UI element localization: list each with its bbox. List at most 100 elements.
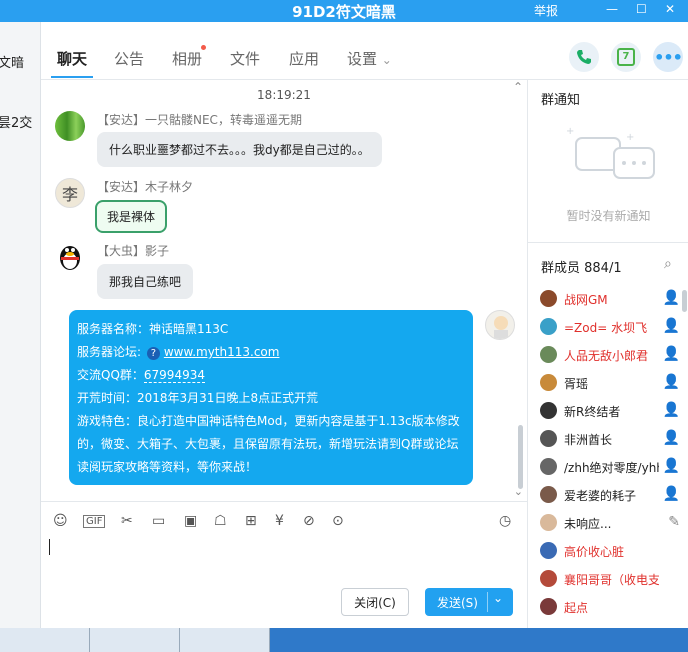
block-icon[interactable]: ⊘: [303, 513, 315, 529]
history-icon[interactable]: ◷: [499, 513, 511, 529]
member-name[interactable]: 胥瑶: [564, 375, 659, 392]
member-avatar[interactable]: [540, 542, 557, 559]
member-row[interactable]: 战网GM 👤: [540, 289, 680, 309]
member-name[interactable]: 人品无敌小郎君: [564, 347, 659, 364]
own-message-bubble: 服务器名称：神话暗黑113C 服务器论坛: ? www.myth113.com 交…: [69, 310, 473, 485]
member-avatar[interactable]: [540, 318, 557, 335]
message-input[interactable]: [49, 539, 50, 555]
member-name[interactable]: 战网GM: [564, 291, 659, 308]
report-link[interactable]: 举报: [534, 2, 558, 19]
scroll-down-icon[interactable]: ⌄: [514, 485, 523, 498]
input-area: ☺ GIF ✂ ▭ ▣ ☖ ⊞ ¥ ⊘ ⊙ ◷ 关闭(C) 发送(S) ⌄: [41, 501, 527, 628]
avatar[interactable]: 李: [55, 178, 85, 208]
notice-label: 服务器论坛:: [77, 345, 145, 359]
conversation-item[interactable]: 文暗: [0, 52, 24, 71]
online-status-icon: 👤: [662, 402, 680, 418]
minimize-button[interactable]: —: [606, 2, 618, 16]
notice-line-1: 服务器名称：神话暗黑113C: [77, 318, 465, 341]
member-name[interactable]: /zhh绝对零度/yhh: [564, 459, 659, 476]
member-row[interactable]: 非洲酋长 👤: [540, 429, 680, 449]
phone-icon[interactable]: [569, 42, 599, 72]
member-name[interactable]: =Zod= 水坝飞: [564, 319, 659, 336]
close-button[interactable]: ✕: [665, 2, 675, 16]
new-badge-dot: [201, 45, 207, 50]
scissors-icon[interactable]: ✂: [121, 513, 133, 529]
member-name[interactable]: 新R终结者: [564, 403, 659, 420]
qq-group-number[interactable]: 67994934: [143, 368, 205, 383]
image-icon[interactable]: ▣: [184, 513, 197, 529]
calendar-icon[interactable]: 7: [611, 42, 641, 72]
red-packet-icon[interactable]: ¥: [275, 513, 284, 529]
gif-icon[interactable]: GIF: [83, 515, 106, 528]
taskbar-thumbnail[interactable]: [180, 628, 270, 652]
conversation-item[interactable]: 昙2交: [0, 112, 32, 131]
chevron-down-icon: ⌄: [381, 53, 392, 67]
member-name[interactable]: 高价收心脏: [564, 543, 659, 560]
send-options-chevron-icon[interactable]: ⌄: [493, 591, 503, 605]
emoji-icon[interactable]: ☺: [53, 513, 68, 529]
member-row[interactable]: 新R终结者 👤: [540, 401, 680, 421]
notice-label: 服务器名称：: [77, 322, 150, 336]
member-avatar[interactable]: [540, 598, 557, 615]
folder-icon[interactable]: ▭: [152, 513, 165, 529]
avatar[interactable]: [485, 310, 515, 340]
member-name[interactable]: 非洲酋长: [564, 431, 659, 448]
member-row[interactable]: 高价收心脏: [540, 541, 680, 561]
member-name[interactable]: 襄阳哥哥（收电支）: [564, 571, 659, 588]
member-row[interactable]: 胥瑶 👤: [540, 373, 680, 393]
member-avatar[interactable]: [540, 486, 557, 503]
member-avatar[interactable]: [540, 374, 557, 391]
notice-label: 交流QQ群：: [77, 368, 144, 382]
server-name: 神话暗黑113C: [149, 322, 229, 336]
notice-line-2: 服务器论坛: ? www.myth113.com: [77, 341, 465, 364]
notice-line-6: 的，微变、大箱子、大包裹，且保留原有法玩，新增玩法请到Q群或论坛: [77, 437, 459, 451]
shake-icon[interactable]: ☖: [214, 513, 227, 529]
member-row[interactable]: /zhh绝对零度/yhh 👤: [540, 457, 680, 477]
taskbar-thumbnail[interactable]: [0, 628, 90, 652]
member-avatar[interactable]: [540, 514, 557, 531]
maximize-button[interactable]: ☐: [636, 2, 647, 16]
tab-apps[interactable]: 应用: [289, 48, 319, 69]
member-row[interactable]: 襄阳哥哥（收电支）: [540, 569, 680, 589]
member-row[interactable]: 起点: [540, 597, 680, 617]
member-name[interactable]: 起点: [564, 599, 659, 616]
member-avatar[interactable]: [540, 430, 557, 447]
tab-chat[interactable]: 聊天: [50, 48, 94, 78]
group-notice-title[interactable]: 群通知: [541, 89, 580, 108]
message-sender[interactable]: 【大虫】影子: [97, 242, 169, 259]
member-list-scrollbar[interactable]: [682, 290, 687, 312]
more-icon[interactable]: •••: [653, 42, 683, 72]
member-avatar[interactable]: [540, 290, 557, 307]
tab-album[interactable]: 相册: [172, 45, 207, 69]
chat-scrollbar[interactable]: [518, 425, 523, 489]
online-status-icon: 👤: [662, 486, 680, 502]
member-avatar[interactable]: [540, 458, 557, 475]
gift-icon[interactable]: ⊞: [245, 513, 257, 529]
tab-files[interactable]: 文件: [230, 48, 260, 69]
notice-line-7: 读阅玩家攻略等资料，等你来战！: [77, 460, 258, 474]
member-row[interactable]: 爱老婆的耗子 👤: [540, 485, 680, 505]
member-row[interactable]: 人品无敌小郎君 👤: [540, 345, 680, 365]
member-avatar[interactable]: [540, 570, 557, 587]
search-icon[interactable]: ⌕: [664, 256, 672, 272]
member-row[interactable]: =Zod= 水坝飞 👤: [540, 317, 680, 337]
penguin-avatar-icon[interactable]: [55, 242, 85, 272]
tab-settings[interactable]: 设置 ⌄: [347, 48, 392, 69]
online-status-icon: 👤: [662, 290, 680, 306]
member-avatar[interactable]: [540, 402, 557, 419]
send-button[interactable]: 发送(S) ⌄: [425, 588, 513, 616]
more-tools-icon[interactable]: ⊙: [332, 513, 344, 529]
taskbar-thumbnail[interactable]: [90, 628, 180, 652]
member-name[interactable]: 未响应...: [564, 515, 659, 532]
chat-messages-area[interactable]: ⌃ 18:19:21 【安达】一只骷髅NEC，转毒遥遥无期 什么职业噩梦都过不去…: [41, 80, 527, 501]
member-row[interactable]: 未响应... ✎: [540, 513, 680, 533]
tab-announcement[interactable]: 公告: [114, 48, 144, 69]
avatar[interactable]: [55, 111, 85, 141]
close-chat-button[interactable]: 关闭(C): [341, 588, 409, 616]
member-avatar[interactable]: [540, 346, 557, 363]
message-sender[interactable]: 【安达】一只骷髅NEC，转毒遥遥无期: [97, 111, 302, 128]
member-name[interactable]: 爱老婆的耗子: [564, 487, 659, 504]
group-members-title[interactable]: 群成员 884/1: [541, 257, 622, 276]
forum-link[interactable]: www.myth113.com: [164, 345, 280, 359]
message-sender[interactable]: 【安达】木子林夕: [97, 178, 193, 195]
